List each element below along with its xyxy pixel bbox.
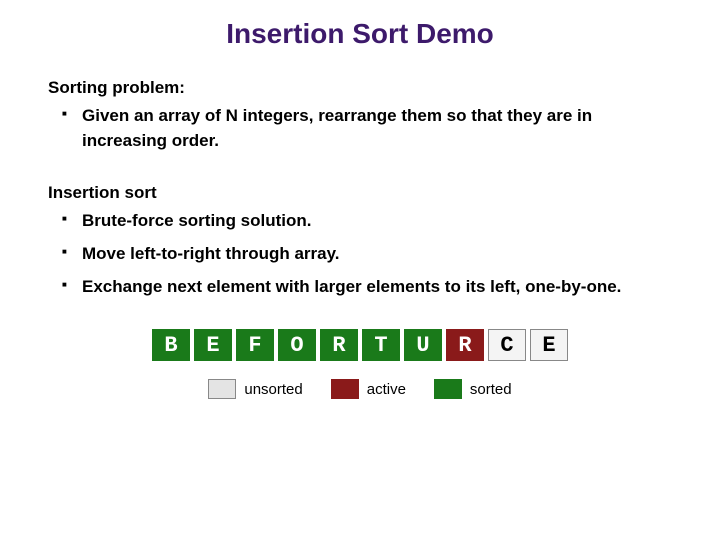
swatch-active — [331, 379, 359, 399]
slide-title: Insertion Sort Demo — [48, 18, 672, 50]
section2-bullet: Exchange next element with larger elemen… — [82, 275, 672, 300]
array-cell: E — [530, 329, 568, 361]
section2-bullet: Move left-to-right through array. — [82, 242, 672, 267]
legend-label: active — [367, 381, 406, 398]
array-cell: U — [404, 329, 442, 361]
array-cell: B — [152, 329, 190, 361]
section2-bullets: Brute-force sorting solution. Move left-… — [48, 209, 672, 299]
section1-heading: Sorting problem: — [48, 78, 672, 98]
section1-bullet: Given an array of N integers, rearrange … — [82, 104, 672, 153]
legend: unsorted active sorted — [48, 379, 672, 399]
legend-active: active — [331, 379, 406, 399]
array-cell: R — [446, 329, 484, 361]
legend-label: sorted — [470, 381, 512, 398]
array-row: B E F O R T U R C E — [48, 329, 672, 361]
legend-sorted: sorted — [434, 379, 512, 399]
swatch-sorted — [434, 379, 462, 399]
array-cell: O — [278, 329, 316, 361]
swatch-unsorted — [208, 379, 236, 399]
legend-label: unsorted — [244, 381, 302, 398]
array-cell: C — [488, 329, 526, 361]
section1-bullets: Given an array of N integers, rearrange … — [48, 104, 672, 153]
array-cell: R — [320, 329, 358, 361]
legend-unsorted: unsorted — [208, 379, 302, 399]
section2-heading: Insertion sort — [48, 183, 672, 203]
array-cell: F — [236, 329, 274, 361]
section2-bullet: Brute-force sorting solution. — [82, 209, 672, 234]
array-cell: T — [362, 329, 400, 361]
array-cell: E — [194, 329, 232, 361]
